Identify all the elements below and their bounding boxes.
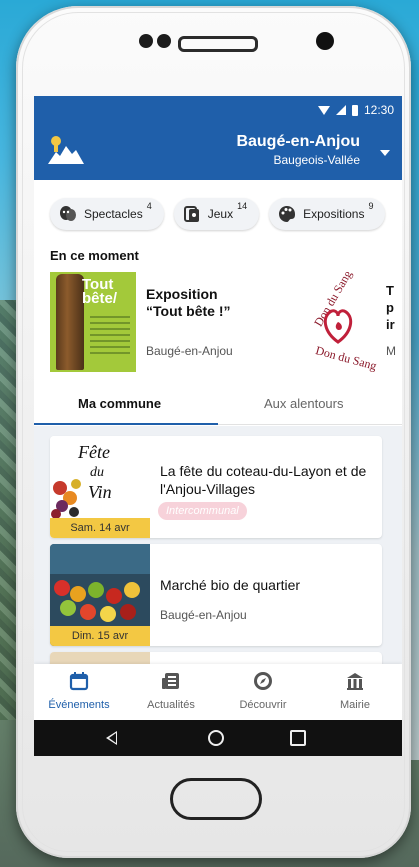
intercommunal-badge: Intercommunal: [158, 502, 247, 520]
chip-label: Spectacles: [84, 207, 143, 221]
recent-apps-icon[interactable]: [290, 730, 306, 746]
city-selector[interactable]: Baugé-en-Anjou Baugeois-Vallée: [236, 133, 360, 167]
section-heading: En ce moment: [50, 248, 139, 263]
chip-spectacles[interactable]: Spectacles 4: [50, 198, 164, 230]
city-name: Baugé-en-Anjou: [236, 133, 360, 150]
chip-label: Expositions: [303, 207, 365, 221]
sensor-dot: [157, 34, 171, 48]
chip-count: 14: [237, 201, 248, 211]
town-hall-icon: [347, 673, 363, 690]
playing-cards-icon: [183, 206, 199, 222]
calendar-icon: [69, 672, 89, 691]
signal-icon: [335, 105, 346, 115]
sculpture-image: [56, 274, 84, 370]
location-tabs: Ma commune Aux alentours: [34, 384, 402, 425]
bottom-navigation: Événements Actualités Découvrir Mairie: [34, 664, 402, 720]
dropdown-caret-icon[interactable]: [380, 150, 390, 156]
featured-location: Baugé-en-Anjou: [146, 344, 233, 358]
city-subtitle: Baugeois-Vallée: [273, 153, 360, 167]
featured-title: Exposition “Tout bête !”: [146, 286, 231, 319]
featured-thumbnail: Tout bête/: [50, 272, 136, 372]
nav-label: Actualités: [147, 699, 195, 711]
palette-icon: [279, 206, 296, 222]
event-title: Marché bio de quartier: [160, 577, 301, 593]
chip-jeux[interactable]: Jeux 14: [173, 198, 260, 230]
nav-evenements[interactable]: Événements: [34, 670, 124, 711]
svg-text:Don du Sang: Don du Sang: [314, 343, 378, 372]
featured-card[interactable]: Don du Sang Don du Sang T p ir M: [296, 272, 402, 372]
nav-actualites[interactable]: Actualités: [126, 670, 216, 711]
tab-ma-commune[interactable]: Ma commune: [78, 396, 161, 411]
category-chips: Spectacles 4 Jeux 14 Expositions 9: [34, 198, 402, 238]
poster-text-lines: [90, 316, 130, 356]
nav-label: Découvrir: [239, 699, 287, 711]
sensor-dot: [139, 34, 153, 48]
svg-text:du: du: [90, 465, 104, 480]
chip-label: Jeux: [207, 207, 234, 221]
tab-indicator: [34, 423, 218, 425]
chip-count: 4: [146, 201, 152, 211]
app-logo-icon[interactable]: [46, 134, 86, 168]
status-time: 12:30: [363, 103, 394, 117]
theater-masks-icon: [60, 206, 76, 221]
chip-count: 9: [368, 201, 374, 211]
blood-donation-logo-icon: Don du Sang Don du Sang: [301, 272, 378, 372]
app-header: Baugé-en-Anjou Baugeois-Vallée: [34, 124, 402, 180]
sensor-dots: [139, 34, 175, 53]
chip-expositions[interactable]: Expositions 9: [269, 198, 386, 230]
app-screen: 12:30 Baugé-en-Anjou Baugeois-Vallée Spe…: [34, 96, 402, 756]
featured-carousel[interactable]: Tout bête/ Exposition “Tout bête !” Baug…: [50, 272, 402, 372]
svg-text:Fête: Fête: [77, 442, 110, 462]
event-card[interactable]: [50, 652, 382, 664]
back-icon[interactable]: [106, 731, 117, 745]
tab-aux-alentours[interactable]: Aux alentours: [264, 396, 344, 411]
newspaper-icon: [162, 673, 179, 689]
event-date-tag: Sam. 14 avr: [50, 518, 150, 538]
event-list[interactable]: Fête du Vin Sam. 14 avr La fête du cotea…: [34, 426, 402, 664]
compass-icon: [254, 672, 272, 690]
battery-icon: [351, 104, 358, 116]
status-bar: 12:30: [34, 96, 402, 124]
android-system-nav: [34, 720, 402, 756]
nav-mairie[interactable]: Mairie: [310, 670, 400, 711]
event-card[interactable]: Dim. 15 avr Marché bio de quartier Baugé…: [50, 544, 382, 646]
front-camera: [316, 32, 334, 50]
nav-decouvrir[interactable]: Découvrir: [218, 670, 308, 711]
event-location: Baugé-en-Anjou: [160, 608, 247, 622]
event-date-tag: Dim. 15 avr: [50, 626, 150, 646]
featured-card[interactable]: Tout bête/ Exposition “Tout bête !” Baug…: [50, 272, 282, 372]
event-card[interactable]: Fête du Vin Sam. 14 avr La fête du cotea…: [50, 436, 382, 538]
wifi-icon: [317, 105, 330, 115]
home-circle-icon[interactable]: [208, 730, 224, 746]
nav-label: Mairie: [340, 699, 370, 711]
earpiece-speaker: [178, 36, 258, 52]
featured-title-truncated: T p ir: [386, 283, 395, 332]
svg-text:Don du Sang: Don du Sang: [311, 272, 354, 329]
svg-text:Vin: Vin: [88, 482, 112, 502]
event-title: La fête du coteau-du-Layon et de l'Anjou…: [160, 463, 367, 497]
event-thumbnail: [50, 652, 150, 664]
poster-title: Tout bête/: [82, 276, 118, 307]
home-button[interactable]: [170, 778, 262, 820]
nav-label: Événements: [48, 699, 110, 711]
featured-location: M: [386, 344, 396, 358]
